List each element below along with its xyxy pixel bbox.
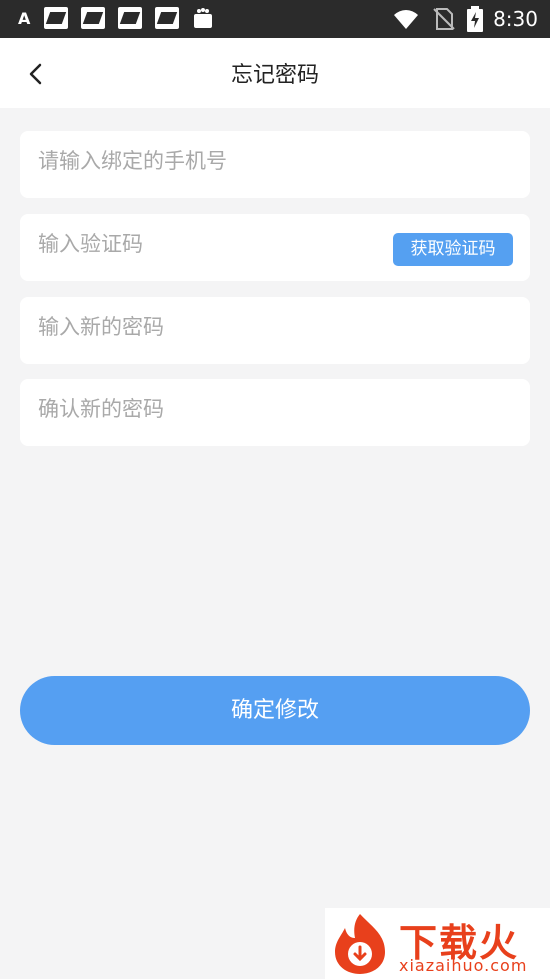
watermark-url: xiazaihuo.com	[399, 956, 528, 975]
app-notification-icon	[118, 7, 143, 29]
code-field: 获取验证码	[20, 214, 530, 281]
wifi-icon	[394, 10, 419, 29]
watermark: 下载火 xiazaihuo.com	[325, 908, 550, 979]
shopping-bag-icon	[194, 8, 213, 28]
nav-bar: 忘记密码	[0, 38, 550, 108]
get-code-button[interactable]: 获取验证码	[393, 233, 513, 266]
status-bar-left: A	[18, 7, 214, 29]
status-bar: A 8:30	[0, 0, 550, 38]
battery-charging-icon	[467, 6, 484, 32]
no-sim-icon	[433, 8, 455, 30]
app-notification-icon	[44, 7, 69, 29]
verification-code-input[interactable]	[38, 214, 388, 274]
status-bar-time: 8:30	[493, 7, 538, 31]
app-notification-icon	[155, 7, 180, 29]
phone-input[interactable]	[38, 131, 388, 191]
new-password-input[interactable]	[38, 297, 388, 357]
page-title: 忘记密码	[230, 63, 319, 88]
phone-field	[20, 131, 530, 198]
confirm-change-button[interactable]: 确定修改	[20, 676, 530, 745]
status-bar-right: 8:30	[393, 6, 538, 32]
confirm-password-field	[20, 379, 530, 446]
status-bar-label: A	[18, 8, 31, 28]
new-password-field	[20, 297, 530, 364]
confirm-password-input[interactable]	[38, 379, 388, 439]
app-notification-icon	[81, 7, 106, 29]
flame-logo-icon	[335, 914, 385, 974]
